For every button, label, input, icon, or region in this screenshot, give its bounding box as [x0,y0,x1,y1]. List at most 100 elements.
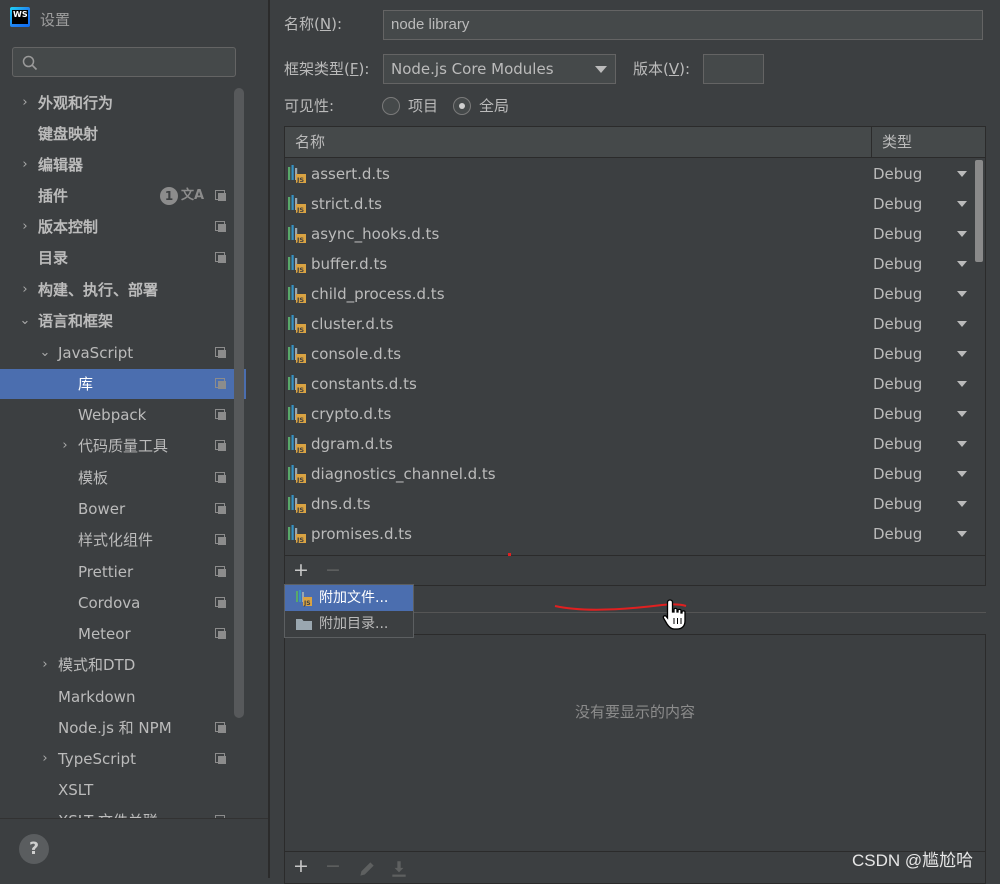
remove-button[interactable]: − [323,559,343,581]
table-row[interactable]: JS strict.d.ts Debug [285,189,973,219]
tree-item-libraries[interactable]: 库 [0,369,246,399]
dropdown-caret-icon[interactable] [957,501,967,507]
tree-item-code-quality[interactable]: › 代码质量工具 [0,431,246,461]
table-row[interactable]: JS promises.d.ts Debug [285,519,973,549]
scope-cell[interactable]: Debug [873,159,922,189]
dropdown-caret-icon[interactable] [957,471,967,477]
tree-item-keymap[interactable]: 键盘映射 [0,119,246,149]
tree-item-typescript[interactable]: › TypeScript [0,744,246,774]
remove-button[interactable]: − [323,855,343,877]
table-row[interactable]: JS crypto.d.ts Debug [285,399,973,429]
tree-item-appearance[interactable]: › 外观和行为 [0,88,246,118]
chevron-right-icon[interactable]: › [18,88,32,118]
visibility-project-radio[interactable] [382,97,400,115]
tree-item-cordova[interactable]: Cordova [0,588,246,618]
chevron-right-icon[interactable]: › [38,650,52,680]
tree-item-editor[interactable]: › 编辑器 [0,150,246,180]
download-icon[interactable] [389,858,409,880]
tree-item-languages[interactable]: ⌄ 语言和框架 [0,306,246,336]
add-button[interactable]: + [291,559,311,581]
table-row[interactable]: JS constants.d.ts Debug [285,369,973,399]
scrollbar-thumb[interactable] [975,160,983,262]
version-field[interactable] [703,54,764,84]
dropdown-caret-icon[interactable] [957,441,967,447]
attach-files-menu-item[interactable]: JS 附加文件... [285,585,413,611]
tree-item-directories[interactable]: 目录 [0,243,246,273]
tree-item-xslt[interactable]: XSLT [0,775,246,805]
tree-item-styled-components[interactable]: 样式化组件 [0,525,246,555]
tree-item-nodejs[interactable]: Node.js 和 NPM [0,713,246,743]
column-separator[interactable] [871,127,872,157]
help-button[interactable]: ? [19,834,49,864]
table-row[interactable]: JS diagnostics_channel.d.ts Debug [285,459,973,489]
table-row[interactable]: JS console.d.ts Debug [285,339,973,369]
scope-cell[interactable]: Debug [873,189,922,219]
scope-cell[interactable]: Debug [873,459,922,489]
scope-cell[interactable]: Debug [873,249,922,279]
scope-cell[interactable]: Debug [873,489,922,519]
dropdown-caret-icon[interactable] [957,351,967,357]
scope-cell[interactable]: Debug [873,339,922,369]
visibility-label: 可见性: [284,97,335,115]
tree-item-markdown[interactable]: Markdown [0,682,246,712]
scope-cell[interactable]: Debug [873,399,922,429]
js-library-icon: JS [288,345,306,364]
tree-item-webpack[interactable]: Webpack [0,400,246,430]
add-button[interactable]: + [291,855,311,877]
tree-item-templates[interactable]: 模板 [0,463,246,493]
scope-cell[interactable]: Debug [873,309,922,339]
tree-item-label: Cordova [78,594,141,612]
framework-type-select[interactable]: Node.js Core Modules [383,54,616,84]
chevron-down-icon[interactable]: ⌄ [38,338,52,368]
visibility-global-label[interactable]: 全局 [479,95,509,117]
scope-cell[interactable]: Debug [873,429,922,459]
sidebar-scrollbar[interactable] [234,88,244,718]
dropdown-caret-icon[interactable] [957,321,967,327]
dropdown-caret-icon[interactable] [957,261,967,267]
table-row[interactable]: JS async_hooks.d.ts Debug [285,219,973,249]
tree-item-version-control[interactable]: › 版本控制 [0,212,246,242]
tree-item-javascript[interactable]: ⌄ JavaScript [0,338,246,368]
dropdown-caret-icon[interactable] [957,291,967,297]
project-level-icon [215,566,226,577]
tree-item-build[interactable]: › 构建、执行、部署 [0,275,246,305]
tree-item-plugins[interactable]: 插件 1 文A [0,181,246,211]
tree-item-bower[interactable]: Bower [0,494,246,524]
table-scrollbar[interactable] [973,158,985,554]
edit-pencil-icon[interactable] [357,858,377,880]
table-row[interactable]: JS buffer.d.ts Debug [285,249,973,279]
dropdown-caret-icon[interactable] [957,381,967,387]
chevron-down-icon[interactable]: ⌄ [18,306,32,336]
table-row[interactable]: JS assert.d.ts Debug [285,159,973,189]
chevron-right-icon[interactable]: › [38,744,52,774]
dropdown-caret-icon[interactable] [957,171,967,177]
visibility-project-label[interactable]: 项目 [408,95,438,117]
chevron-right-icon[interactable]: › [58,431,72,461]
tree-item-prettier[interactable]: Prettier [0,557,246,587]
column-header-name[interactable]: 名称 [295,127,325,157]
name-field[interactable]: node library [383,10,983,40]
attach-directories-menu-item[interactable]: 附加目录... [285,611,413,637]
search-input[interactable] [43,50,227,76]
chevron-right-icon[interactable]: › [18,150,32,180]
table-row[interactable]: JS child_process.d.ts Debug [285,279,973,309]
tree-item-schemas[interactable]: › 模式和DTD [0,650,246,680]
settings-search-box[interactable] [12,47,236,77]
chevron-right-icon[interactable]: › [18,275,32,305]
visibility-global-radio[interactable] [453,97,471,115]
scope-cell[interactable]: Debug [873,219,922,249]
scope-cell[interactable]: Debug [873,279,922,309]
table-row[interactable]: JS cluster.d.ts Debug [285,309,973,339]
column-header-type[interactable]: 类型 [882,127,912,157]
dropdown-caret-icon[interactable] [957,531,967,537]
tree-item-meteor[interactable]: Meteor [0,619,246,649]
dropdown-caret-icon[interactable] [957,201,967,207]
chevron-right-icon[interactable]: › [18,212,32,242]
dropdown-caret-icon[interactable] [957,411,967,417]
library-editor-panel: 名称(N): node library 框架类型(F): Node.js Cor… [270,0,1000,884]
table-row[interactable]: JS dgram.d.ts Debug [285,429,973,459]
table-row[interactable]: JS dns.d.ts Debug [285,489,973,519]
scope-cell[interactable]: Debug [873,369,922,399]
scope-cell[interactable]: Debug [873,519,922,549]
dropdown-caret-icon[interactable] [957,231,967,237]
